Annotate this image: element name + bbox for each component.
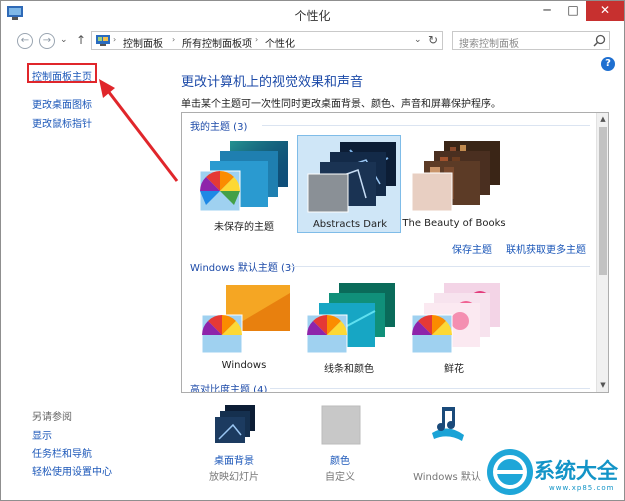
help-icon[interactable]: ?	[601, 57, 615, 71]
desktop-background-icon	[215, 405, 255, 443]
theme-beauty-of-books[interactable]: The Beauty of Books	[402, 135, 506, 233]
control-panel-home-link[interactable]: 控制面板主页	[32, 68, 92, 83]
sounds-setting[interactable]: Windows 默认	[402, 405, 492, 483]
minimize-button[interactable]: ─	[534, 1, 560, 21]
theme-windows[interactable]: Windows	[192, 277, 296, 375]
theme-unsaved[interactable]: 未保存的主题	[192, 135, 296, 233]
window-title: 个性化	[294, 9, 331, 23]
scroll-up-arrow[interactable]: ▲	[597, 115, 608, 123]
annotation-arrow	[99, 79, 179, 182]
page-description: 单击某个主题可一次性同时更改桌面背景、颜色、声音和屏幕保护程序。	[181, 99, 501, 110]
change-desktop-icons-link[interactable]: 更改桌面图标	[32, 96, 92, 111]
address-bar[interactable]: › 控制面板 › 所有控制面板项 › 个性化 ⌄ ↻	[91, 31, 443, 50]
breadcrumb-separator: ›	[172, 35, 176, 44]
sounds-value: Windows 默认	[413, 472, 481, 483]
control-panel-icon	[96, 35, 110, 46]
desktop-background-label: 桌面背景	[214, 456, 254, 467]
theme-flowers-thumbnail	[411, 283, 500, 354]
forward-button[interactable]: →	[39, 33, 55, 49]
personalization-window: 个性化 ─ □ ✕ ← → ⌄ ↑ › 控制面板 › 所有控制面板项 › 个性化…	[0, 0, 625, 501]
desktop-background-value: 放映幻灯片	[209, 472, 259, 483]
sound-icon	[432, 407, 464, 441]
theme-lines-and-colors-thumbnail	[306, 283, 395, 354]
up-button[interactable]: ↑	[76, 33, 86, 47]
breadcrumb-all-items[interactable]: 所有控制面板项	[182, 35, 252, 50]
theme-windows-thumbnail	[201, 285, 290, 354]
refresh-button[interactable]: ↻	[428, 33, 438, 47]
search-placeholder: 搜索控制面板	[459, 39, 519, 50]
watermark-text: 系统大全	[534, 459, 618, 483]
breadcrumb-separator: ›	[255, 35, 259, 44]
scroll-thumb[interactable]	[599, 127, 607, 275]
theme-beauty-of-books-thumbnail	[411, 141, 500, 212]
recent-locations-dropdown[interactable]: ⌄	[60, 35, 68, 45]
back-button[interactable]: ←	[17, 33, 33, 49]
theme-list[interactable]: 我的主题 (3) 未保存的主题 Abstracts Dark The Beaut…	[181, 112, 609, 393]
group-my-themes: 我的主题 (3)	[190, 122, 248, 133]
taskbar-navigation-link[interactable]: 任务栏和导航	[32, 445, 92, 460]
page-title: 更改计算机上的视觉效果和声音	[181, 75, 364, 90]
see-also-title: 另请参阅	[32, 412, 72, 423]
breadcrumb-separator: ›	[113, 35, 117, 44]
scroll-down-arrow[interactable]: ▼	[597, 381, 608, 389]
maximize-button[interactable]: □	[560, 1, 586, 21]
group-high-contrast-themes: 高对比度主题 (4)	[190, 385, 268, 393]
theme-name: The Beauty of Books	[402, 218, 506, 229]
search-icon[interactable]	[593, 34, 606, 47]
theme-unsaved-thumbnail	[200, 141, 288, 212]
theme-list-scrollbar[interactable]: ▲ ▼	[596, 113, 608, 392]
theme-name: 鲜花	[444, 364, 464, 375]
color-value: 自定义	[325, 472, 355, 483]
breadcrumb-control-panel[interactable]: 控制面板	[123, 35, 163, 50]
navigation-bar: ← → ⌄ ↑ › 控制面板 › 所有控制面板项 › 个性化 ⌄ ↻ 搜索控制面…	[1, 27, 624, 55]
theme-abstracts-dark-thumbnail	[307, 142, 396, 213]
theme-flowers[interactable]: 鲜花	[402, 277, 506, 375]
watermark-url: www.xp85.com	[549, 484, 615, 492]
color-label: 颜色	[330, 456, 350, 467]
ease-of-access-link[interactable]: 轻松使用设置中心	[32, 463, 112, 478]
desktop-background-setting[interactable]: 桌面背景 放映幻灯片	[189, 405, 279, 483]
watermark-logo	[487, 449, 533, 495]
theme-name: 线条和颜色	[324, 364, 374, 375]
watermark-logo-icon	[493, 455, 527, 489]
theme-lines-and-colors[interactable]: 线条和颜色	[297, 277, 401, 375]
address-dropdown[interactable]: ⌄	[414, 35, 422, 45]
theme-name: Abstracts Dark	[312, 219, 388, 230]
get-more-themes-link[interactable]: 联机获取更多主题	[506, 241, 586, 256]
theme-abstracts-dark[interactable]: Abstracts Dark	[297, 135, 401, 233]
theme-name: 未保存的主题	[214, 222, 274, 233]
group-divider	[290, 266, 590, 267]
display-link[interactable]: 显示	[32, 427, 52, 442]
color-setting[interactable]: 颜色 自定义	[295, 405, 385, 483]
change-mouse-pointer-link[interactable]: 更改鼠标指针	[32, 115, 92, 130]
group-windows-default-themes: Windows 默认主题 (3)	[190, 263, 296, 274]
theme-name: Windows	[221, 360, 267, 371]
title-bar: 个性化 ─ □ ✕	[1, 1, 624, 27]
group-divider	[270, 388, 590, 389]
close-button[interactable]: ✕	[586, 1, 624, 21]
breadcrumb-personalization[interactable]: 个性化	[265, 35, 295, 50]
color-swatch-icon	[321, 405, 361, 445]
search-input[interactable]: 搜索控制面板	[452, 31, 610, 50]
save-theme-link[interactable]: 保存主题	[452, 241, 492, 256]
group-divider	[262, 125, 590, 126]
